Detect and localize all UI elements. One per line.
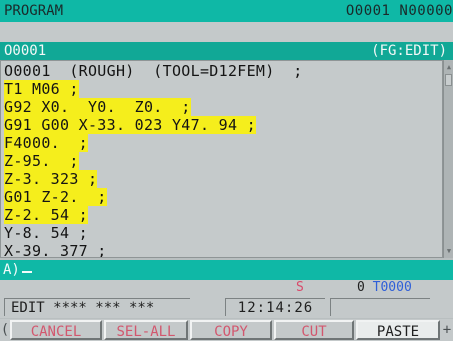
program-line[interactable]: Z-3. 323 ; (4, 169, 98, 189)
softkey-left-edge[interactable]: ( (0, 320, 10, 340)
program-line-text: Z-95. ; (4, 152, 79, 170)
program-line[interactable]: O0001 (ROUGH) (TOOL=D12FEM) ; (4, 61, 303, 81)
select-all-softkey[interactable]: SEL-ALL (104, 320, 188, 340)
softkey-bar: ( CANCEL SEL-ALL COPY CUT PASTE + (0, 319, 453, 341)
program-line-text: Y-8. 54 ; (4, 224, 88, 242)
program-name: O0001 (4, 43, 47, 59)
program-line[interactable]: G01 Z-2. ; (4, 187, 107, 207)
scroll-thumb[interactable] (445, 74, 452, 86)
program-line[interactable]: Z-2. 54 ; (4, 205, 88, 225)
mode-status-bar: EDIT **** *** *** 12:14:26 (0, 296, 453, 318)
copy-softkey[interactable]: COPY (190, 320, 272, 340)
mode-text: EDIT **** *** *** (4, 298, 190, 316)
program-line-text: O0001 (ROUGH) (TOOL=D12FEM) ; (4, 62, 303, 80)
program-line-text: Z-3. 323 ; (4, 170, 98, 188)
program-line[interactable]: G92 X0. Y0. Z0. ; (4, 97, 191, 117)
program-line-text: G92 X0. Y0. Z0. ; (4, 98, 191, 116)
program-line-text: T1 M06 ; (4, 80, 79, 98)
tool-status: 0 T0000 (357, 280, 412, 296)
edit-mode-indicator: (FG:EDIT) (371, 43, 447, 59)
cancel-softkey[interactable]: CANCEL (10, 320, 102, 340)
program-line[interactable]: F4000. ; (4, 133, 88, 153)
cut-softkey[interactable]: CUT (274, 320, 354, 340)
program-line[interactable]: Z-95. ; (4, 151, 79, 171)
program-bar: O0001 (FG:EDIT) (0, 42, 453, 60)
input-prompt: A) (3, 262, 20, 278)
program-line[interactable]: X-39. 377 ; (4, 241, 107, 258)
paste-softkey[interactable]: PASTE (356, 320, 440, 340)
input-caret (21, 260, 32, 273)
tool-prefix: 0 (357, 280, 365, 295)
title-bar: PROGRAM O0001 N00000 (0, 0, 453, 22)
program-line-text: F4000. ; (4, 134, 88, 152)
tool-number: T0000 (372, 280, 412, 295)
program-line-text: X-39. 377 ; (4, 242, 107, 258)
status-box-empty (330, 298, 430, 316)
screen-title: PROGRAM (4, 3, 64, 19)
spindle-label: S (296, 280, 304, 295)
program-line-text: G91 G00 X-33. 023 Y47. 94 ; (4, 116, 256, 134)
program-line[interactable]: G91 G00 X-33. 023 Y47. 94 ; (4, 115, 256, 135)
program-line[interactable]: T1 M06 ; (4, 79, 79, 99)
program-line[interactable]: Y-8. 54 ; (4, 223, 88, 243)
program-line-text: Z-2. 54 ; (4, 206, 88, 224)
header-gap (0, 22, 453, 42)
spindle-tool-status: S 0 T0000 (0, 280, 453, 296)
input-line[interactable]: A) (0, 260, 453, 280)
scroll-up-icon[interactable]: ▲ (445, 62, 453, 72)
program-line-text: G01 Z-2. ; (4, 188, 107, 206)
program-editor[interactable]: O0001 (ROUGH) (TOOL=D12FEM) ; T1 M06 ; G92… (0, 60, 443, 258)
program-number: O0001 N00000 (345, 3, 453, 19)
scroll-down-icon[interactable]: ▼ (445, 246, 453, 256)
clock: 12:14:26 (225, 298, 325, 316)
softkey-right-edge[interactable]: + (441, 320, 453, 340)
editor-scrollbar[interactable]: ▲ ▼ (443, 60, 453, 258)
